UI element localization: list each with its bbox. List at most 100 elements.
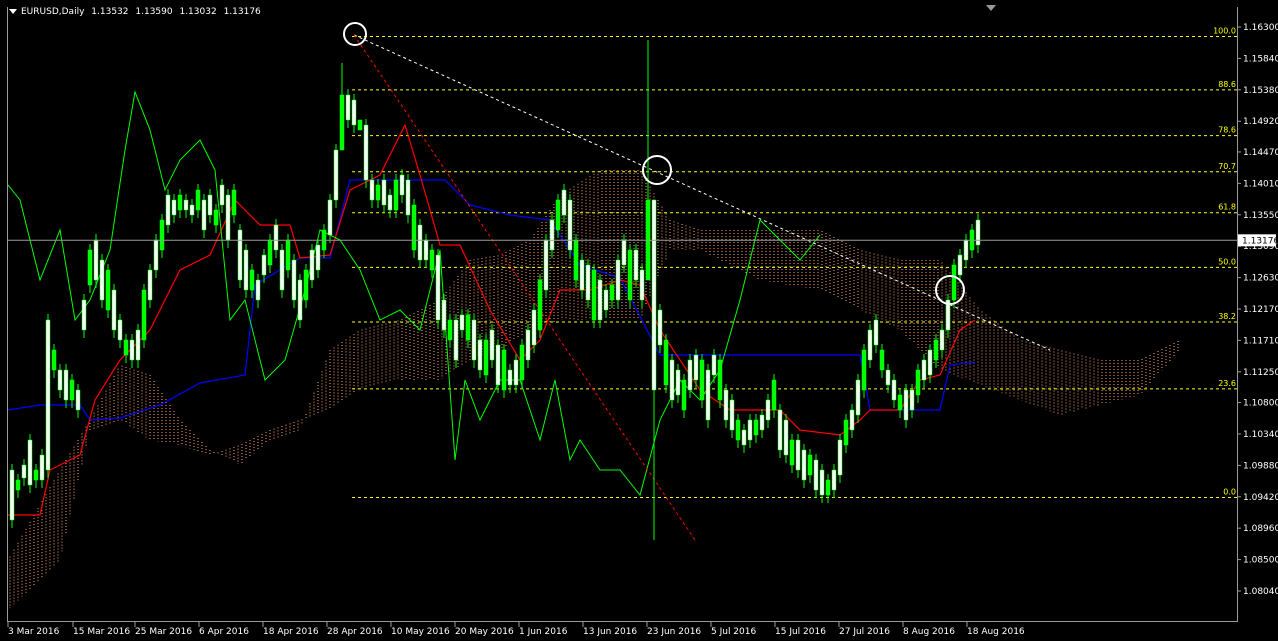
candle-body: [201, 199, 207, 231]
candle-body: [369, 179, 375, 201]
candle-body: [819, 469, 825, 496]
price-label: 1.16300: [1243, 23, 1278, 33]
candle-body: [501, 349, 507, 391]
candle-body: [573, 239, 579, 281]
candle-body: [129, 339, 135, 361]
candle-body: [513, 359, 519, 386]
candle-body: [387, 194, 393, 211]
candle-body: [249, 269, 255, 291]
fib-label: 100.0: [1213, 27, 1236, 36]
candle-body: [327, 199, 333, 236]
candle-body: [951, 264, 957, 301]
candle-body: [771, 379, 777, 411]
candle-body: [777, 409, 783, 451]
candle-body: [27, 439, 33, 486]
time-label: 3 Mar 2016: [8, 627, 60, 637]
time-label: 10 May 2016: [391, 627, 450, 637]
candle-body: [219, 184, 225, 206]
candle-body: [279, 249, 285, 291]
candle-body: [177, 194, 183, 211]
candle-body: [699, 359, 705, 401]
time-label: 13 Jun 2016: [583, 627, 637, 637]
candle-body: [657, 309, 663, 346]
candle-body: [735, 419, 741, 441]
candle-body: [333, 149, 339, 201]
candle-body: [633, 249, 639, 281]
candle-body: [459, 314, 465, 331]
candle-body: [51, 349, 57, 371]
candle-body: [723, 389, 729, 421]
candle-body: [57, 369, 63, 391]
candle-body: [555, 199, 561, 231]
candle-body: [207, 194, 213, 216]
candle-body: [921, 359, 927, 381]
candle-body: [831, 469, 837, 491]
candle-body: [75, 389, 81, 411]
candle-body: [729, 399, 735, 431]
tenkan-sen-line: [8, 123, 976, 516]
candle-body: [537, 279, 543, 331]
candle-body: [393, 179, 399, 211]
candle-body: [867, 329, 873, 361]
fib-label: 78.6: [1218, 126, 1236, 135]
price-label: 1.11710: [1243, 336, 1278, 346]
candle-body: [885, 369, 891, 386]
candle-body: [765, 399, 771, 421]
candle-body: [297, 279, 303, 321]
candle-body: [171, 199, 177, 216]
candle-body: [273, 224, 279, 251]
candle-body: [99, 259, 105, 301]
candle-body: [441, 299, 447, 331]
candle-body: [63, 369, 69, 401]
candle-body: [189, 204, 195, 216]
candle-body: [843, 419, 849, 446]
candle-body: [447, 319, 453, 341]
candle-body: [45, 319, 51, 471]
candle-body: [561, 189, 567, 216]
candle-body: [453, 319, 459, 361]
candle-body: [651, 199, 657, 391]
ichimoku-lines: [7, 90, 976, 516]
candle-body: [33, 469, 39, 481]
price-label: 1.08500: [1243, 556, 1278, 566]
candle-body: [423, 239, 429, 261]
candle-body: [261, 254, 267, 276]
price-chart[interactable]: 100.0 88.6 78.6 70.7 61.8 50.0 38.2 23.6 0.0 1.1…: [0, 0, 1278, 641]
candle-body: [903, 389, 909, 421]
candle-body: [693, 354, 699, 381]
candle-body: [705, 369, 711, 421]
chart-window[interactable]: EURUSD,Daily 1.13532 1.13590 1.13032 1.1…: [0, 0, 1278, 641]
candle-body: [309, 249, 315, 281]
candle-body: [39, 454, 45, 481]
candle-body: [621, 239, 627, 266]
candle-body: [717, 359, 723, 401]
price-label: 1.14920: [1243, 117, 1278, 127]
price-label: 1.15840: [1243, 54, 1278, 64]
candle-body: [915, 369, 921, 396]
candle-body: [759, 414, 765, 431]
highlight-circle: [642, 155, 672, 185]
candle-body: [225, 194, 231, 241]
candle-body: [339, 94, 345, 151]
candle-body: [507, 369, 513, 386]
candle-body: [807, 454, 813, 476]
candle-body: [825, 479, 831, 496]
candle-body: [579, 259, 585, 291]
price-label: 1.12630: [1243, 274, 1278, 284]
candle-body: [237, 229, 243, 281]
candle-body: [849, 409, 855, 431]
candle-body: [603, 289, 609, 311]
time-label: 28 Apr 2016: [327, 627, 383, 637]
price-label: 1.09420: [1243, 493, 1278, 503]
candle-body: [111, 289, 117, 331]
candle-body: [975, 219, 981, 246]
candle-body: [795, 439, 801, 471]
candle-body: [363, 124, 369, 181]
candle-body: [93, 239, 99, 281]
time-label: 20 May 2016: [455, 627, 514, 637]
current-price-label: 1.13176: [1242, 236, 1278, 246]
candle-body: [123, 339, 129, 356]
candle-body: [639, 269, 645, 301]
candle-body: [531, 309, 537, 346]
time-label: 18 Apr 2016: [263, 627, 319, 637]
